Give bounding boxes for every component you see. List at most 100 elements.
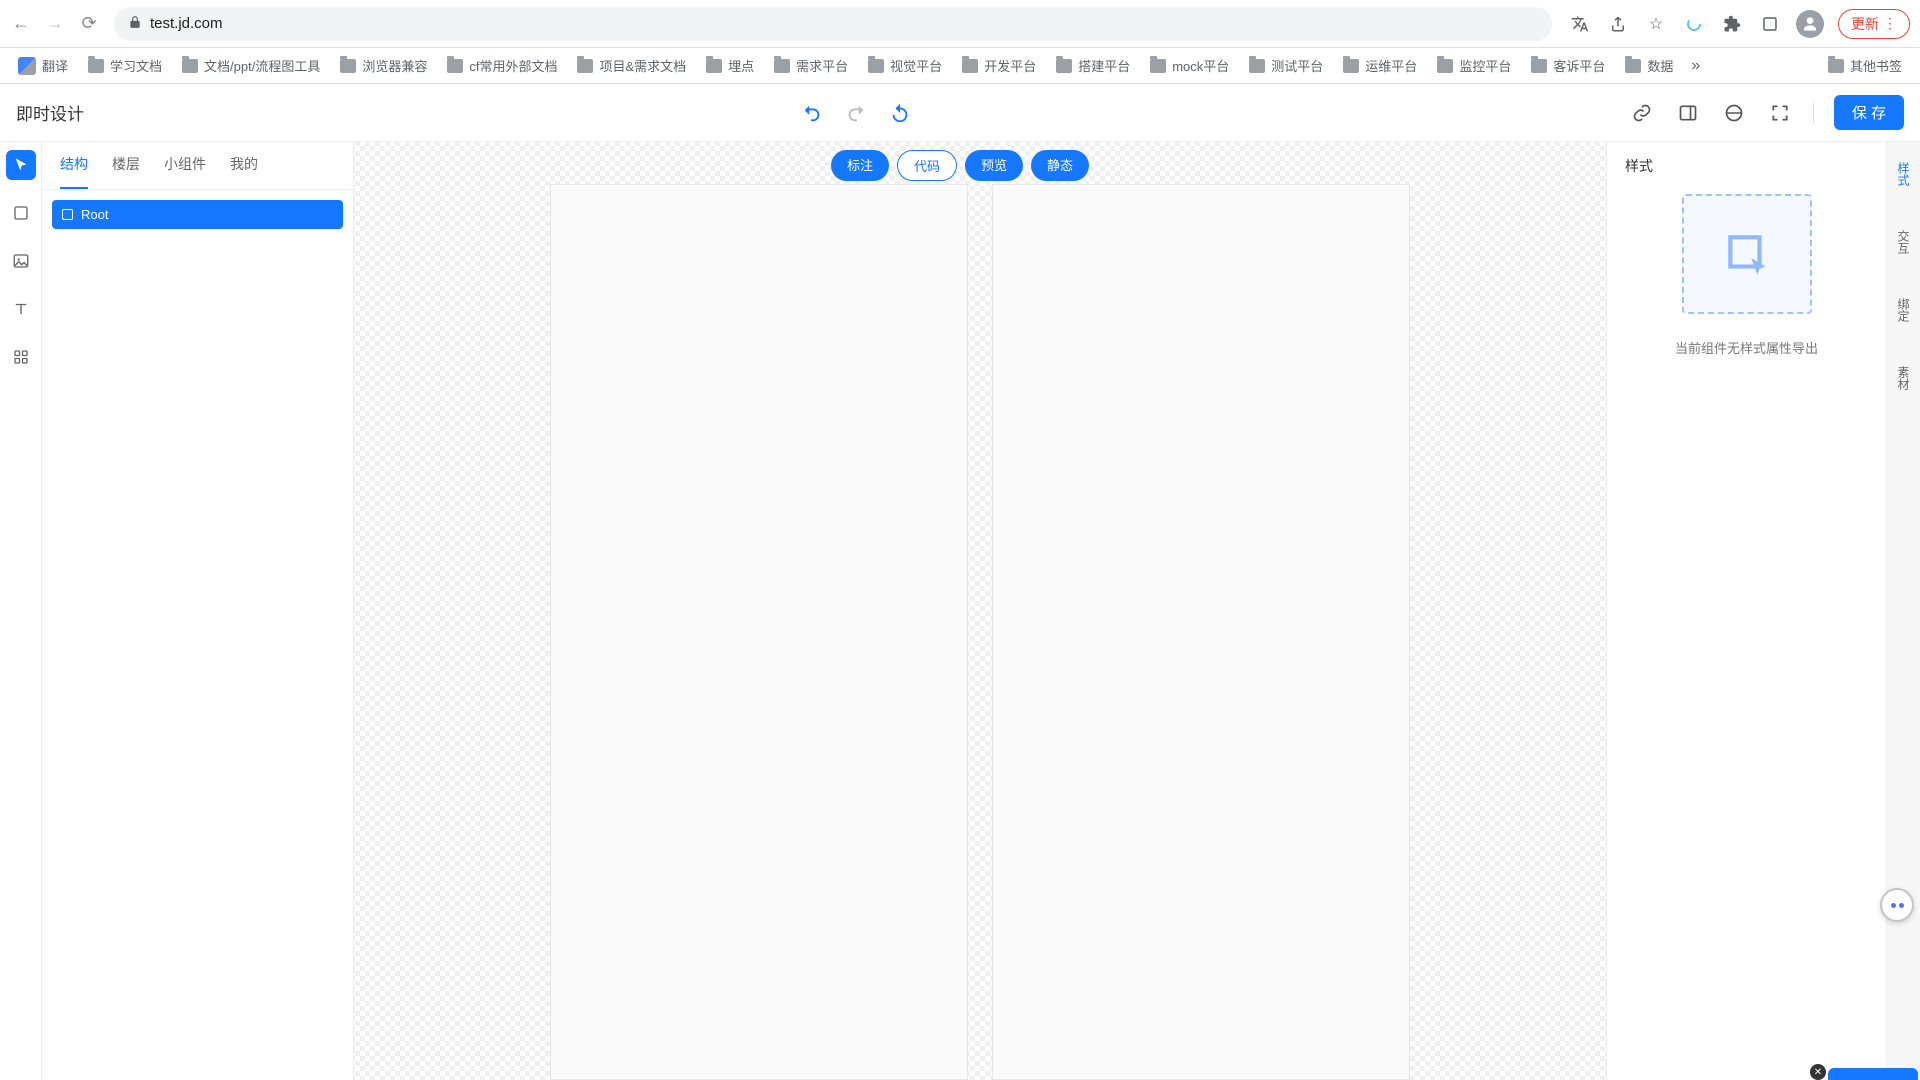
folder-icon	[1531, 59, 1547, 73]
save-button[interactable]: 保 存	[1834, 95, 1904, 130]
folder-icon	[88, 59, 104, 73]
artboard-1[interactable]	[550, 184, 968, 1080]
folder-icon	[1625, 59, 1641, 73]
bookmark-item[interactable]: 埋点	[698, 52, 762, 79]
nav-arrows: ← → ⟳	[10, 13, 100, 35]
lock-icon	[128, 15, 142, 32]
element-icon	[62, 209, 73, 220]
panel-icon[interactable]	[1675, 100, 1701, 126]
bookmark-item[interactable]: cf常用外部文档	[439, 52, 565, 79]
right-rail-tab[interactable]: 交互	[1895, 224, 1912, 260]
bookmark-label: 搭建平台	[1078, 56, 1130, 75]
app-header: 即时设计 保 存	[0, 84, 1920, 142]
star-icon[interactable]: ☆	[1644, 12, 1668, 36]
bookmark-other-label: 其他书签	[1850, 56, 1902, 75]
empty-state-box	[1682, 194, 1812, 314]
bookmark-item[interactable]: 文档/ppt/流程图工具	[174, 52, 328, 79]
left-tab[interactable]: 楼层	[112, 154, 140, 189]
bookmark-item[interactable]: 需求平台	[766, 52, 856, 79]
bookmark-item[interactable]: 项目&需求文档	[569, 52, 694, 79]
reload-button[interactable]: ⟳	[78, 13, 100, 35]
header-right: 保 存	[1629, 95, 1904, 130]
menu-dots-icon: ⋮	[1883, 15, 1897, 32]
right-rail-tab[interactable]: 素材	[1895, 360, 1912, 396]
bookmark-item[interactable]: 视觉平台	[860, 52, 950, 79]
bookmarks-overflow[interactable]: »	[1691, 57, 1700, 75]
folder-icon	[1437, 59, 1453, 73]
assistant-fab[interactable]	[1880, 888, 1914, 922]
frame-tool[interactable]	[6, 198, 36, 228]
folder-icon	[962, 59, 978, 73]
text-tool[interactable]	[6, 294, 36, 324]
profile-avatar[interactable]	[1796, 10, 1824, 38]
reset-button[interactable]	[887, 100, 913, 126]
tab-overview-icon[interactable]	[1758, 12, 1782, 36]
bookmark-label: 项目&需求文档	[599, 56, 686, 75]
bookmark-item[interactable]: 测试平台	[1241, 52, 1331, 79]
right-rail-tab[interactable]: 绑定	[1895, 292, 1912, 328]
translate-page-icon[interactable]	[1568, 12, 1592, 36]
bookmark-item[interactable]: 学习文档	[80, 52, 170, 79]
view-pill[interactable]: 预览	[965, 150, 1023, 181]
bookmark-item[interactable]: 客诉平台	[1523, 52, 1613, 79]
folder-icon	[868, 59, 884, 73]
folder-icon	[447, 59, 463, 73]
bookmark-item[interactable]: 数据	[1617, 52, 1681, 79]
bookmark-item[interactable]: 翻译	[10, 52, 76, 79]
redo-button[interactable]	[843, 100, 869, 126]
view-pill[interactable]: 静态	[1031, 150, 1089, 181]
folder-icon	[774, 59, 790, 73]
forward-button[interactable]: →	[44, 13, 66, 35]
bookmark-item[interactable]: 运维平台	[1335, 52, 1425, 79]
translate-icon	[18, 57, 36, 75]
right-rail-tab[interactable]: 样式	[1895, 156, 1912, 192]
folder-icon	[182, 59, 198, 73]
header-history-controls	[84, 100, 1629, 126]
back-button[interactable]: ←	[10, 13, 32, 35]
address-bar[interactable]: test.jd.com	[114, 7, 1552, 41]
bookmark-item[interactable]: mock平台	[1142, 52, 1237, 79]
tree-item-root[interactable]: Root	[52, 200, 343, 229]
undo-button[interactable]	[799, 100, 825, 126]
update-button[interactable]: 更新 ⋮	[1838, 9, 1910, 39]
bookmark-label: 文档/ppt/流程图工具	[204, 56, 320, 75]
bookmark-item[interactable]: 开发平台	[954, 52, 1044, 79]
fullscreen-icon[interactable]	[1767, 100, 1793, 126]
loader-icon[interactable]	[1682, 12, 1706, 36]
share-icon[interactable]	[1606, 12, 1630, 36]
extensions-icon[interactable]	[1720, 12, 1744, 36]
bookmark-item[interactable]: 搭建平台	[1048, 52, 1138, 79]
components-tool[interactable]	[6, 342, 36, 372]
view-pill[interactable]: 标注	[831, 150, 889, 181]
tree-item-label: Root	[81, 207, 108, 222]
view-pill[interactable]: 代码	[897, 150, 957, 181]
bookmark-label: cf常用外部文档	[469, 56, 557, 75]
cursor-tool[interactable]	[6, 150, 36, 180]
url-text: test.jd.com	[150, 15, 223, 32]
folder-icon	[1056, 59, 1072, 73]
left-tab[interactable]: 结构	[60, 154, 88, 189]
link-icon[interactable]	[1629, 100, 1655, 126]
left-tab[interactable]: 我的	[230, 154, 258, 189]
artboard-2[interactable]	[992, 184, 1410, 1080]
bookmark-label: 埋点	[728, 56, 754, 75]
layer-tree: Root	[42, 190, 353, 239]
bookmark-label: 客诉平台	[1553, 56, 1605, 75]
folder-icon	[1249, 59, 1265, 73]
update-label: 更新	[1851, 14, 1879, 34]
close-icon[interactable]: ✕	[1810, 1064, 1826, 1080]
bookmark-label: 开发平台	[984, 56, 1036, 75]
bookmark-item[interactable]: 监控平台	[1429, 52, 1519, 79]
bottom-widget[interactable]: ✕	[1828, 1068, 1918, 1080]
image-tool[interactable]	[6, 246, 36, 276]
bookmark-other[interactable]: 其他书签	[1820, 52, 1910, 79]
bookmark-label: 浏览器兼容	[362, 56, 427, 75]
main-area: 结构楼层小组件我的 Root 样式 当前组件无样式属性导出 样式交互绑定素材	[0, 142, 1920, 1080]
ai-icon[interactable]	[1721, 100, 1747, 126]
left-tab[interactable]: 小组件	[164, 154, 206, 189]
tool-rail	[0, 142, 42, 1080]
bookmark-label: 测试平台	[1271, 56, 1323, 75]
canvas[interactable]	[354, 142, 1606, 1080]
browser-toolbar: ← → ⟳ test.jd.com ☆ 更新 ⋮	[0, 0, 1920, 48]
bookmark-item[interactable]: 浏览器兼容	[332, 52, 435, 79]
